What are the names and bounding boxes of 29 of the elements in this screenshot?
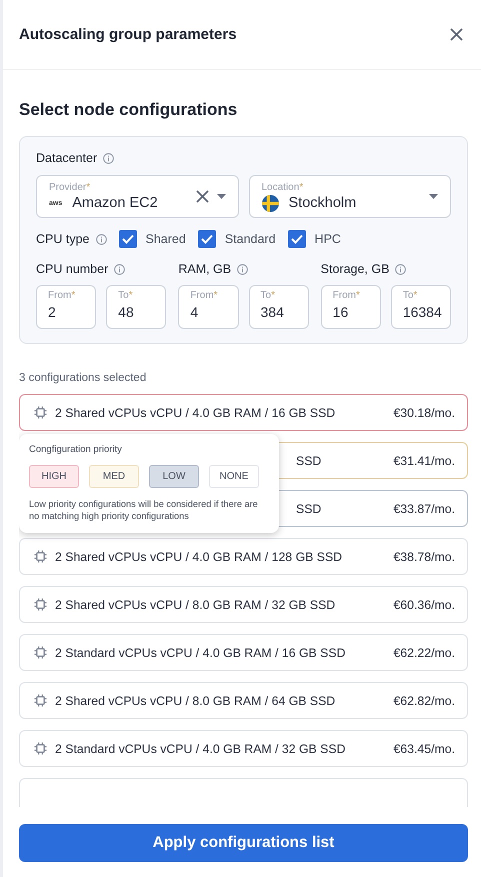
configuration-price: €63.45/mo. xyxy=(393,742,455,756)
section-title: Select node configurations xyxy=(19,100,238,120)
configuration-price: €62.82/mo. xyxy=(393,694,455,708)
popover-title: Congfiguration priority xyxy=(29,444,123,455)
configuration-spec: SSD xyxy=(296,454,322,468)
configuration-price: €31.41/mo. xyxy=(393,454,455,468)
checkbox-label: HPC xyxy=(314,232,341,246)
field-label: RAM, GB xyxy=(178,262,232,276)
checkbox-label: Shared xyxy=(146,232,186,246)
configuration-spec: 2 Shared vCPUs vCPU / 8.0 GB RAM / 32 GB SSD xyxy=(55,598,336,612)
configuration-spec: 2 Shared vCPUs vCPU / 4.0 GB RAM / 16 GB SSD xyxy=(55,406,336,420)
configuration-price: €33.87/mo. xyxy=(393,502,455,516)
configuration-price: €62.22/mo. xyxy=(393,646,455,660)
dialog-title: Autoscaling group parameters xyxy=(19,26,237,43)
checkbox-label: Standard xyxy=(224,232,276,246)
configuration-spec: 2 Shared vCPUs vCPU / 4.0 GB RAM / 128 GB SSD xyxy=(55,550,342,564)
selection-count: 3 configurations selected xyxy=(19,372,148,384)
field-label: CPU type xyxy=(36,232,90,246)
configuration-spec: 2 Standard vCPUs vCPU / 4.0 GB RAM / 16 GB SSD xyxy=(55,646,346,660)
configuration-price: €38.78/mo. xyxy=(393,550,455,564)
field-label: Datacenter xyxy=(36,151,98,165)
configuration-spec: SSD xyxy=(296,502,322,516)
configuration-price: €60.36/mo. xyxy=(393,598,455,612)
field-label: CPU number xyxy=(36,262,108,276)
field-label: Storage, GB xyxy=(320,262,390,276)
configuration-spec: 2 Standard vCPUs vCPU / 4.0 GB RAM / 32 GB SSD xyxy=(55,742,346,756)
popover-note: Low priority configurations will be considered if there are no matching high priority configurations xyxy=(29,498,259,523)
configuration-spec: 2 Shared vCPUs vCPU / 8.0 GB RAM / 64 GB SSD xyxy=(55,694,336,708)
configuration-price: €30.18/mo. xyxy=(393,406,455,420)
